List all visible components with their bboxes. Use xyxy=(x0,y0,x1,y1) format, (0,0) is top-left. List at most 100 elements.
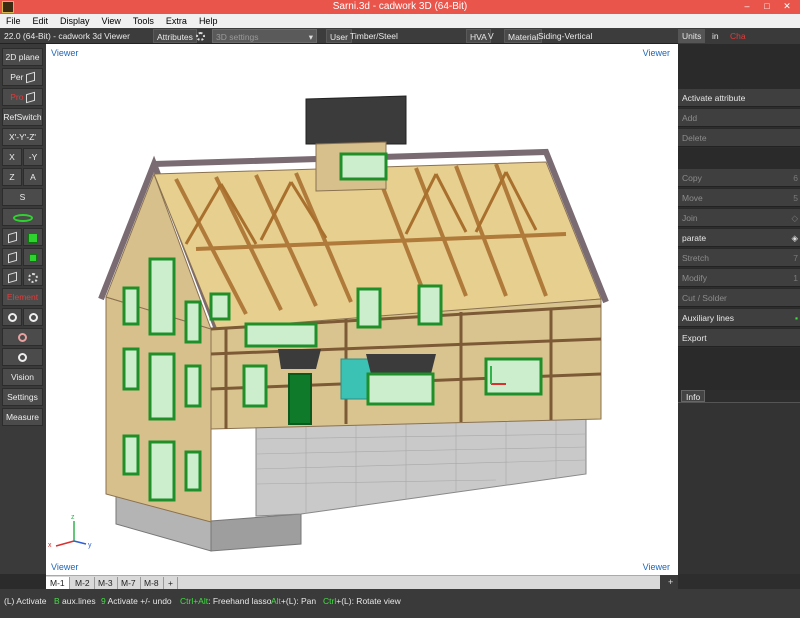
tool-view-a[interactable]: A xyxy=(23,168,43,186)
axis-y-label: y xyxy=(88,542,92,549)
tool-projection[interactable]: Pro xyxy=(2,88,43,106)
tool-view-x[interactable]: X xyxy=(2,148,22,166)
add-tab-button[interactable]: + xyxy=(164,577,178,589)
tool-vision[interactable]: Vision xyxy=(2,368,43,386)
cut-solder-button[interactable]: Cut / Solder xyxy=(678,288,800,307)
tool-view-z[interactable]: Z xyxy=(2,168,22,186)
tool-element[interactable]: Element xyxy=(2,288,43,306)
menu-extra[interactable]: Extra xyxy=(160,16,193,26)
maximize-button[interactable]: □ xyxy=(758,0,776,14)
tab-m-2[interactable]: M-2 xyxy=(71,577,95,589)
delete-button[interactable]: Delete xyxy=(678,128,800,147)
orbit-icon xyxy=(12,213,33,222)
front-door xyxy=(288,373,312,425)
tool-wireframe[interactable] xyxy=(2,228,22,246)
tool-perspective[interactable]: Per xyxy=(2,68,43,86)
door-canopy xyxy=(278,349,321,369)
activate-attribute-button[interactable]: Activate attribute xyxy=(678,88,800,107)
zoom-in-icon xyxy=(7,313,17,323)
status-key-alt: Alt xyxy=(271,596,281,606)
tool-measure[interactable]: Measure xyxy=(2,408,43,426)
modify-shortcut: 1 xyxy=(793,273,798,283)
tool-axis-rotation[interactable]: X'-Y'-Z' xyxy=(2,128,43,146)
3d-viewport[interactable]: Viewer Viewer Viewer Viewer z x y xyxy=(46,44,678,575)
minimize-button[interactable]: – xyxy=(738,0,756,14)
close-button[interactable]: ✕ xyxy=(778,0,796,14)
zoom-out-button[interactable] xyxy=(23,308,43,326)
menu-file[interactable]: File xyxy=(0,16,27,26)
right-panel-empty xyxy=(678,348,800,390)
separate-label: parate xyxy=(682,233,707,243)
status-activate: (L) Activate xyxy=(4,596,47,606)
copy-button[interactable]: Copy 6 xyxy=(678,168,800,187)
tool-solid[interactable] xyxy=(23,228,43,246)
zoom-in-button[interactable] xyxy=(2,308,22,326)
tool-cube-view[interactable] xyxy=(2,268,22,286)
status-text-auxlines: aux.lines xyxy=(59,596,96,606)
tool-gear[interactable] xyxy=(23,268,43,286)
left-toolbar: 2D plane Per Pro RefSwitch X'-Y'-Z' X -Y… xyxy=(0,44,46,574)
status-text-undo: Activate +/- undo xyxy=(105,596,172,606)
activate-attribute-label: Activate attribute xyxy=(682,93,746,103)
v-button[interactable]: V xyxy=(488,29,494,43)
gear-icon xyxy=(28,272,38,283)
add-panel-button[interactable]: + xyxy=(668,577,673,587)
tab-m-7[interactable]: M-7 xyxy=(117,577,141,589)
hidden-cube-icon xyxy=(7,252,17,264)
zoom-window-button[interactable] xyxy=(2,328,43,346)
status-text-activate: Activate xyxy=(14,596,47,606)
menu-display[interactable]: Display xyxy=(54,16,96,26)
user-value: Timber/Steel xyxy=(350,31,398,41)
tool-view-minus-y[interactable]: -Y xyxy=(23,148,43,166)
green-cube-icon xyxy=(28,232,38,243)
tool-shaded[interactable] xyxy=(23,248,43,266)
gear-icon[interactable] xyxy=(196,29,210,43)
cut-solder-label: Cut / Solder xyxy=(682,293,727,303)
export-button[interactable]: Export xyxy=(678,328,800,347)
move-button[interactable]: Move 5 xyxy=(678,188,800,207)
tab-m-1[interactable]: M-1 xyxy=(46,577,70,589)
material-button[interactable]: Material xyxy=(504,29,543,43)
tab-m-3[interactable]: M-3 xyxy=(94,577,118,589)
separate-button[interactable]: parate ◈ xyxy=(678,228,800,247)
status-key-ctrl-alt: Ctrl+Alt xyxy=(180,596,209,606)
auxiliary-lines-button[interactable]: Auxiliary lines ▪ xyxy=(678,308,800,327)
join-button[interactable]: Join ◇ xyxy=(678,208,800,227)
status-auxlines: B aux.lines xyxy=(54,596,96,606)
join-icon: ◇ xyxy=(791,213,798,223)
zoom-out-icon xyxy=(28,313,38,323)
modify-button[interactable]: Modify 1 xyxy=(678,268,800,287)
settings-combo[interactable]: 3D settings ▾ xyxy=(212,29,317,43)
tab-m-8[interactable]: M-8 xyxy=(140,577,164,589)
user-button[interactable]: User xyxy=(326,29,352,43)
cube-icon xyxy=(25,92,35,104)
stretch-button[interactable]: Stretch 7 xyxy=(678,248,800,267)
tool-hidden-lines[interactable] xyxy=(2,248,22,266)
menu-help[interactable]: Help xyxy=(193,16,224,26)
tool-2d-plane[interactable]: 2D plane xyxy=(2,48,43,66)
tool-perspective-label: Per xyxy=(10,72,24,82)
right-panel-gap xyxy=(678,148,800,168)
zoom-all-button[interactable] xyxy=(2,348,43,366)
zoom-window-icon xyxy=(18,333,27,343)
status-text-pan: +(L): Pan xyxy=(280,596,317,606)
window-title: Sarni.3d - cadwork 3D (64-Bit) xyxy=(332,1,468,12)
tool-orbit[interactable] xyxy=(2,208,43,226)
export-label: Export xyxy=(682,333,707,343)
attributes-button[interactable]: Attributes xyxy=(153,29,197,43)
wireframe-cube-icon xyxy=(7,232,17,244)
tool-view-s[interactable]: S xyxy=(2,188,43,206)
join-label: Join xyxy=(682,213,698,223)
menu-view[interactable]: View xyxy=(96,16,127,26)
tab-info[interactable]: Info xyxy=(681,390,706,402)
menu-tools[interactable]: Tools xyxy=(127,16,160,26)
add-button[interactable]: Add xyxy=(678,108,800,127)
tab-units[interactable]: Units xyxy=(678,29,706,43)
menu-edit[interactable]: Edit xyxy=(27,16,55,26)
tab-cha[interactable]: Cha xyxy=(726,29,750,43)
tab-in[interactable]: in xyxy=(708,29,723,43)
cube-icon xyxy=(25,72,35,84)
tool-settings[interactable]: Settings xyxy=(2,388,43,406)
house-model[interactable]: z x y xyxy=(46,44,678,575)
tool-refswitch[interactable]: RefSwitch xyxy=(2,108,43,126)
